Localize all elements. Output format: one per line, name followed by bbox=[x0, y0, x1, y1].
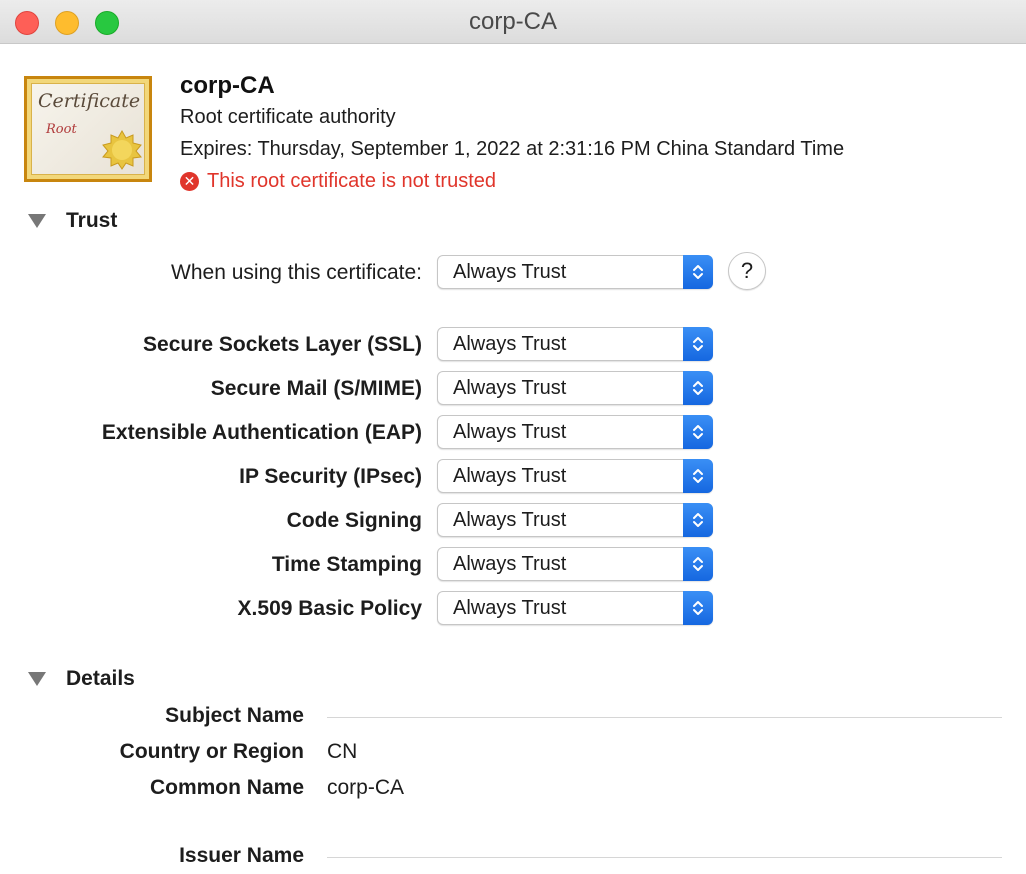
error-x-icon: ✕ bbox=[180, 172, 199, 191]
policy-popup-eap[interactable]: Always Trust bbox=[437, 415, 713, 449]
policy-label: Secure Sockets Layer (SSL) bbox=[143, 333, 422, 356]
common-name-label: Common Name bbox=[149, 776, 304, 799]
popup-arrows-icon bbox=[683, 547, 713, 581]
trust-section-label: Trust bbox=[66, 209, 118, 232]
policy-popup-smime[interactable]: Always Trust bbox=[437, 371, 713, 405]
certificate-icon: Certificate Root bbox=[24, 76, 152, 182]
popup-arrows-icon bbox=[683, 503, 713, 537]
window-title: corp-CA bbox=[468, 8, 558, 35]
trust-section-header[interactable]: Trust bbox=[28, 209, 117, 233]
policy-row: Code Signing Always Trust bbox=[0, 503, 1026, 539]
policy-row: IP Security (IPsec) Always Trust bbox=[0, 459, 1026, 495]
policy-label: Time Stamping bbox=[271, 553, 422, 576]
country-value: CN bbox=[327, 740, 358, 763]
disclosure-triangle-icon[interactable] bbox=[28, 214, 46, 228]
policy-row: Extensible Authentication (EAP) Always T… bbox=[0, 415, 1026, 451]
policy-popup-ssl[interactable]: Always Trust bbox=[437, 327, 713, 361]
policy-label: X.509 Basic Policy bbox=[237, 597, 422, 620]
certificate-name: corp-CA bbox=[180, 72, 275, 99]
common-name-row: Common Name corp-CA bbox=[0, 776, 1026, 806]
policy-popup-time-stamping[interactable]: Always Trust bbox=[437, 547, 713, 581]
policy-value: Always Trust bbox=[453, 597, 567, 619]
policy-popup-x509[interactable]: Always Trust bbox=[437, 591, 713, 625]
details-section-header[interactable]: Details bbox=[28, 667, 135, 691]
when-using-value: Always Trust bbox=[453, 261, 567, 283]
title-bar: corp-CA bbox=[0, 0, 1026, 44]
trust-warning-text: This root certificate is not trusted bbox=[207, 170, 497, 192]
divider bbox=[327, 857, 1002, 858]
country-label: Country or Region bbox=[119, 740, 304, 763]
popup-arrows-icon bbox=[683, 591, 713, 625]
when-using-row: When using this certificate: Always Trus… bbox=[0, 255, 1026, 291]
seal-icon bbox=[102, 130, 142, 170]
policy-label: Secure Mail (S/MIME) bbox=[210, 377, 422, 400]
policy-value: Always Trust bbox=[453, 421, 567, 443]
policy-row: Secure Sockets Layer (SSL) Always Trust bbox=[0, 327, 1026, 363]
policy-label: Extensible Authentication (EAP) bbox=[101, 421, 422, 444]
policy-value: Always Trust bbox=[453, 509, 567, 531]
when-using-popup[interactable]: Always Trust bbox=[437, 255, 713, 289]
popup-arrows-icon bbox=[683, 415, 713, 449]
details-section-label: Details bbox=[66, 667, 135, 690]
policy-value: Always Trust bbox=[453, 465, 567, 487]
trust-warning: ✕ This root certificate is not trusted bbox=[180, 170, 496, 193]
policy-row: Time Stamping Always Trust bbox=[0, 547, 1026, 583]
policy-row: X.509 Basic Policy Always Trust bbox=[0, 591, 1026, 627]
certificate-expiry: Expires: Thursday, September 1, 2022 at … bbox=[180, 138, 845, 160]
popup-arrows-icon bbox=[683, 371, 713, 405]
divider bbox=[327, 717, 1002, 718]
popup-arrows-icon bbox=[683, 459, 713, 493]
popup-arrows-icon bbox=[683, 327, 713, 361]
policy-popup-ipsec[interactable]: Always Trust bbox=[437, 459, 713, 493]
common-name-value: corp-CA bbox=[327, 776, 405, 799]
certificate-kind: Root certificate authority bbox=[180, 106, 396, 128]
policy-popup-code-signing[interactable]: Always Trust bbox=[437, 503, 713, 537]
policy-value: Always Trust bbox=[453, 333, 567, 355]
popup-arrows-icon bbox=[683, 255, 713, 289]
policy-value: Always Trust bbox=[453, 377, 567, 399]
policy-label: Code Signing bbox=[286, 509, 422, 532]
subject-name-heading: Subject Name bbox=[165, 704, 304, 727]
disclosure-triangle-icon[interactable] bbox=[28, 672, 46, 686]
certificate-icon-word: Certificate bbox=[38, 90, 141, 112]
policy-label: IP Security (IPsec) bbox=[239, 465, 422, 488]
when-using-label: When using this certificate: bbox=[171, 261, 422, 284]
policy-row: Secure Mail (S/MIME) Always Trust bbox=[0, 371, 1026, 407]
issuer-name-heading: Issuer Name bbox=[179, 844, 304, 867]
issuer-name-row: Issuer Name bbox=[0, 844, 1026, 874]
policy-value: Always Trust bbox=[453, 553, 567, 575]
country-row: Country or Region CN bbox=[0, 740, 1026, 770]
certificate-icon-root: Root bbox=[46, 122, 77, 137]
subject-name-row: Subject Name bbox=[0, 704, 1026, 734]
help-button[interactable]: ? bbox=[728, 252, 766, 290]
